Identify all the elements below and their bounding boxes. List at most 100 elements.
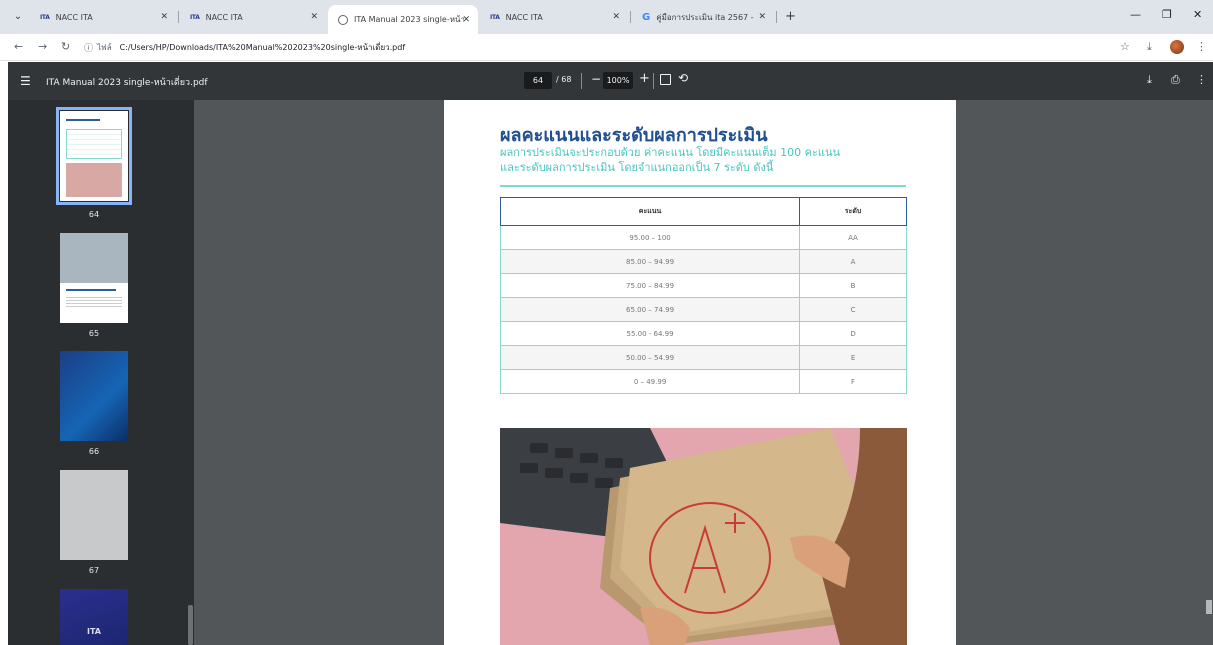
address-toolbar: ← → ↻ ⓘ ไฟล์ C:/Users/HP/Downloads/ITA%2… xyxy=(0,34,1213,61)
table-header-row: คะแนน ระดับ xyxy=(499,197,907,226)
close-icon[interactable]: ✕ xyxy=(612,12,620,22)
close-icon[interactable]: ✕ xyxy=(310,12,318,22)
page-subtext: ผลการประเมินจะประกอบด้วย ค่าคะแนน โดยมีค… xyxy=(500,145,880,175)
thumbnail-page-66[interactable]: 66 xyxy=(60,351,128,456)
table-row: 65.00 – 74.99 C xyxy=(499,297,907,322)
level-cell: AA xyxy=(799,225,907,250)
subtext-line-1: ผลการประเมินจะประกอบด้วย ค่าคะแนน โดยมีค… xyxy=(500,146,841,159)
ita-favicon-icon: ITA xyxy=(40,13,50,21)
print-icon[interactable]: ⎙ xyxy=(1171,73,1180,87)
document-title: ITA Manual 2023 single-หน้าเดี่ยว.pdf xyxy=(46,78,208,88)
page-total: / 68 xyxy=(556,75,572,84)
tab-divider xyxy=(178,11,179,23)
tab-title: NACC ITA xyxy=(55,12,93,22)
thumbnail-page-65[interactable]: 65 xyxy=(60,233,128,338)
table-row: 95.00 – 100 AA xyxy=(499,225,907,250)
tab-search-icon[interactable]: ⌄ xyxy=(10,9,26,25)
zoom-input[interactable]: 100% xyxy=(603,72,633,89)
bookmark-star-icon[interactable]: ☆ xyxy=(1120,40,1130,53)
address-bar[interactable]: ⓘ ไฟล์ C:/Users/HP/Downloads/ITA%20Manua… xyxy=(84,38,1104,57)
pdf-page: ผลคะแนนและระดับผลการประเมิน ผลการประเมิน… xyxy=(444,100,956,645)
more-options-icon[interactable]: ⋮ xyxy=(1196,73,1207,86)
thumbnail-label: 67 xyxy=(88,566,100,575)
tab-google-search[interactable]: G คู่มือการประเมิน ita 2567 - ค้นหาด้วย … xyxy=(632,5,774,29)
score-cell: 75.00 – 84.99 xyxy=(499,273,801,298)
downloads-icon[interactable]: ⤓ xyxy=(1147,40,1152,54)
viewer-scrollbar[interactable] xyxy=(1205,100,1213,645)
tab-title: ITA Manual 2023 single-หน้าเดี่ยว xyxy=(354,15,464,24)
close-window-icon[interactable]: ✕ xyxy=(1193,8,1202,21)
browser-window: ⌄ ITA NACC ITA ✕ ITA NACC ITA ✕ ITA Manu… xyxy=(0,0,1213,645)
rotate-icon[interactable]: ⟲ xyxy=(678,71,688,85)
info-icon[interactable]: ⓘ xyxy=(84,41,93,54)
zoom-out-icon[interactable]: − xyxy=(591,72,601,86)
restore-icon[interactable]: ❐ xyxy=(1162,8,1172,21)
tab-divider xyxy=(776,11,777,23)
level-cell: D xyxy=(799,321,907,346)
pdf-toolbar: ☰ ITA Manual 2023 single-หน้าเดี่ยว.pdf … xyxy=(8,62,1213,100)
thumbnail-page-68[interactable]: ITA xyxy=(60,589,128,645)
thumbnail-image xyxy=(56,107,132,205)
ita-favicon-icon: ITA xyxy=(190,13,200,21)
score-cell: 55.00 - 64.99 xyxy=(499,321,801,346)
viewer-scrollbar-thumb[interactable] xyxy=(1206,600,1212,614)
score-cell: 65.00 – 74.99 xyxy=(499,297,801,322)
tab-nacc-ita-3[interactable]: ITA NACC ITA ✕ xyxy=(480,5,628,29)
page-number-input[interactable]: 64 xyxy=(524,72,552,89)
divider xyxy=(581,73,582,89)
ita-logo: ITA xyxy=(86,627,101,636)
table-row: 0 – 49.99 F xyxy=(499,369,907,394)
forward-icon[interactable]: → xyxy=(38,40,47,53)
menu-icon[interactable]: ⋮ xyxy=(1196,40,1207,53)
level-cell: A xyxy=(799,249,907,274)
minimize-icon[interactable]: — xyxy=(1130,8,1141,21)
score-cell: 85.00 – 94.99 xyxy=(499,249,801,274)
table-row: 85.00 – 94.99 A xyxy=(499,249,907,274)
ita-favicon-icon: ITA xyxy=(490,13,500,21)
reload-icon[interactable]: ↻ xyxy=(61,40,70,53)
google-icon: G xyxy=(642,11,651,23)
thumbnail-page-64[interactable]: 64 xyxy=(56,107,132,219)
globe-icon xyxy=(338,14,348,25)
download-icon[interactable]: ⤓ xyxy=(1147,73,1152,87)
zoom-in-icon[interactable]: + xyxy=(639,71,650,86)
file-label: ไฟล์ xyxy=(97,43,112,52)
thumbnail-image xyxy=(60,351,128,441)
table-row: 50.00 – 54.99 E xyxy=(499,345,907,370)
sidebar-scrollbar[interactable] xyxy=(186,100,194,645)
level-cell: C xyxy=(799,297,907,322)
column-header-level: ระดับ xyxy=(799,197,907,226)
close-icon[interactable]: ✕ xyxy=(160,12,168,22)
thumbnail-label: 66 xyxy=(88,447,100,456)
tab-strip: ⌄ ITA NACC ITA ✕ ITA NACC ITA ✕ ITA Manu… xyxy=(0,0,1213,34)
tab-ita-manual[interactable]: ITA Manual 2023 single-หน้าเดี่ยว ✕ xyxy=(328,5,478,34)
thumbnail-sidebar: 64 65 66 67 ITA xyxy=(8,100,194,645)
document-viewer: ผลคะแนนและระดับผลการประเมิน ผลการประเมิน… xyxy=(194,100,1213,645)
close-icon[interactable]: ✕ xyxy=(462,15,470,25)
tab-title: NACC ITA xyxy=(505,12,543,22)
new-tab-icon[interactable]: + xyxy=(785,9,796,24)
thumbnail-label: 65 xyxy=(88,329,100,338)
close-icon[interactable]: ✕ xyxy=(758,12,766,22)
fit-page-icon[interactable] xyxy=(660,74,671,85)
thumbnail-label: 64 xyxy=(88,210,100,219)
tab-divider xyxy=(630,11,631,23)
score-cell: 95.00 – 100 xyxy=(499,225,801,250)
back-icon[interactable]: ← xyxy=(14,40,23,53)
score-cell: 0 – 49.99 xyxy=(499,369,801,394)
thumbnail-image: ITA xyxy=(60,589,128,645)
subtext-line-2: และระดับผลการประเมิน โดยจำแนกออกเป็น 7 ร… xyxy=(500,161,774,174)
thumbnail-page-67[interactable]: 67 xyxy=(60,470,128,575)
divider xyxy=(653,73,654,89)
sidebar-scrollbar-thumb[interactable] xyxy=(188,605,193,645)
avatar[interactable] xyxy=(1170,40,1184,54)
sidebar-toggle-icon[interactable]: ☰ xyxy=(20,74,31,88)
tab-nacc-ita-1[interactable]: ITA NACC ITA ✕ xyxy=(30,5,176,29)
level-cell: E xyxy=(799,345,907,370)
level-cell: F xyxy=(799,369,907,394)
url-text[interactable]: C:/Users/HP/Downloads/ITA%20Manual%20202… xyxy=(120,41,406,54)
tab-nacc-ita-2[interactable]: ITA NACC ITA ✕ xyxy=(180,5,326,29)
column-header-score: คะแนน xyxy=(499,197,801,226)
tab-title: คู่มือการประเมิน ita 2567 - ค้นหาด้วย xyxy=(656,12,756,22)
thumbnail-image xyxy=(60,470,128,560)
